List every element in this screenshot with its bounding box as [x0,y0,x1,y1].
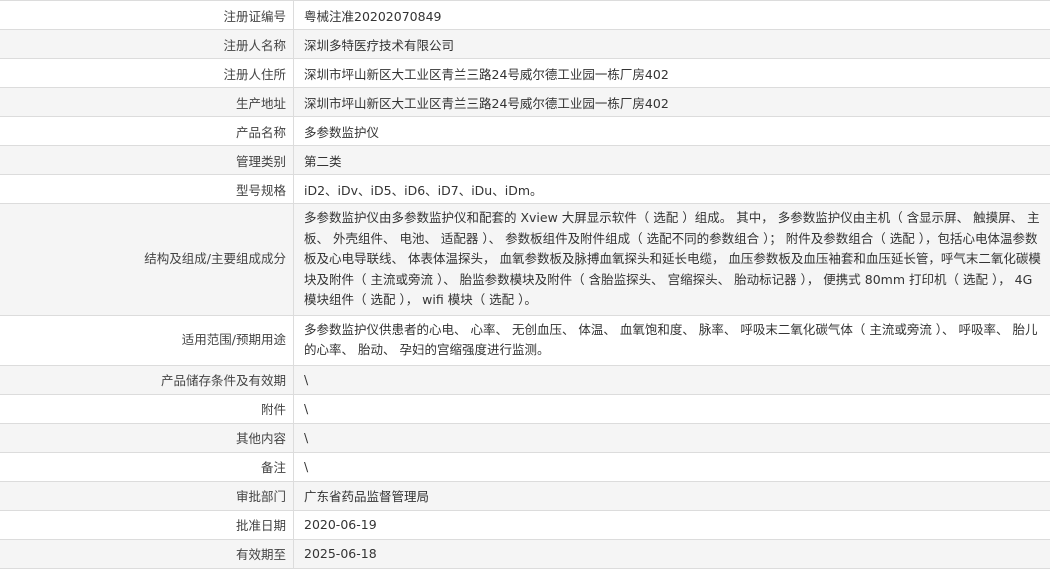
row-storage-validity: 产品储存条件及有效期 \ [0,365,1050,395]
value-registrant-name: 深圳多特医疗技术有限公司 [293,29,1050,59]
row-attachments: 附件 \ [0,394,1050,424]
value-model-spec: iD2、iDv、iD5、iD6、iD7、iDu、iDm。 [293,174,1050,204]
label-registrant-name: 注册人名称 [0,29,294,59]
label-management-category: 管理类别 [0,145,294,175]
row-other-content: 其他内容 \ [0,423,1050,453]
value-intended-use: 多参数监护仪供患者的心电、 心率、 无创血压、 体温、 血氧饱和度、 脉率、 呼… [293,315,1050,366]
row-intended-use: 适用范围/预期用途 多参数监护仪供患者的心电、 心率、 无创血压、 体温、 血氧… [0,315,1050,366]
label-structure-composition: 结构及组成/主要组成成分 [0,203,294,316]
value-storage-validity: \ [293,365,1050,395]
label-product-name: 产品名称 [0,116,294,146]
value-approval-date: 2020-06-19 [293,510,1050,540]
row-approval-department: 审批部门 广东省药品监督管理局 [0,481,1050,511]
label-model-spec: 型号规格 [0,174,294,204]
row-approval-date: 批准日期 2020-06-19 [0,510,1050,540]
row-model-spec: 型号规格 iD2、iDv、iD5、iD6、iD7、iDu、iDm。 [0,174,1050,204]
label-approval-date: 批准日期 [0,510,294,540]
row-structure-composition: 结构及组成/主要组成成分 多参数监护仪由多参数监护仪和配套的 Xview 大屏显… [0,203,1050,316]
row-registration-number: 注册证编号 粤械注准20202070849 [0,0,1050,30]
value-other-content: \ [293,423,1050,453]
value-approval-department: 广东省药品监督管理局 [293,481,1050,511]
value-registrant-address: 深圳市坪山新区大工业区青兰三路24号威尔德工业园一栋厂房402 [293,58,1050,88]
label-approval-department: 审批部门 [0,481,294,511]
value-valid-until: 2025-06-18 [293,539,1050,569]
value-structure-composition: 多参数监护仪由多参数监护仪和配套的 Xview 大屏显示软件（ 选配 ）组成。 … [293,203,1050,316]
label-other-content: 其他内容 [0,423,294,453]
row-registrant-address: 注册人住所 深圳市坪山新区大工业区青兰三路24号威尔德工业园一栋厂房402 [0,58,1050,88]
value-registration-number: 粤械注准20202070849 [293,0,1050,30]
label-remarks: 备注 [0,452,294,482]
value-management-category: 第二类 [293,145,1050,175]
row-management-category: 管理类别 第二类 [0,145,1050,175]
row-production-address: 生产地址 深圳市坪山新区大工业区青兰三路24号威尔德工业园一栋厂房402 [0,87,1050,117]
label-intended-use: 适用范围/预期用途 [0,315,294,366]
row-remarks: 备注 \ [0,452,1050,482]
label-valid-until: 有效期至 [0,539,294,569]
label-storage-validity: 产品储存条件及有效期 [0,365,294,395]
label-registration-number: 注册证编号 [0,0,294,30]
label-registrant-address: 注册人住所 [0,58,294,88]
value-attachments: \ [293,394,1050,424]
row-registrant-name: 注册人名称 深圳多特医疗技术有限公司 [0,29,1050,59]
row-product-name: 产品名称 多参数监护仪 [0,116,1050,146]
label-production-address: 生产地址 [0,87,294,117]
value-product-name: 多参数监护仪 [293,116,1050,146]
value-production-address: 深圳市坪山新区大工业区青兰三路24号威尔德工业园一栋厂房402 [293,87,1050,117]
value-remarks: \ [293,452,1050,482]
label-attachments: 附件 [0,394,294,424]
row-valid-until: 有效期至 2025-06-18 [0,539,1050,569]
registration-info-table: 注册证编号 粤械注准20202070849 注册人名称 深圳多特医疗技术有限公司… [0,0,1050,569]
